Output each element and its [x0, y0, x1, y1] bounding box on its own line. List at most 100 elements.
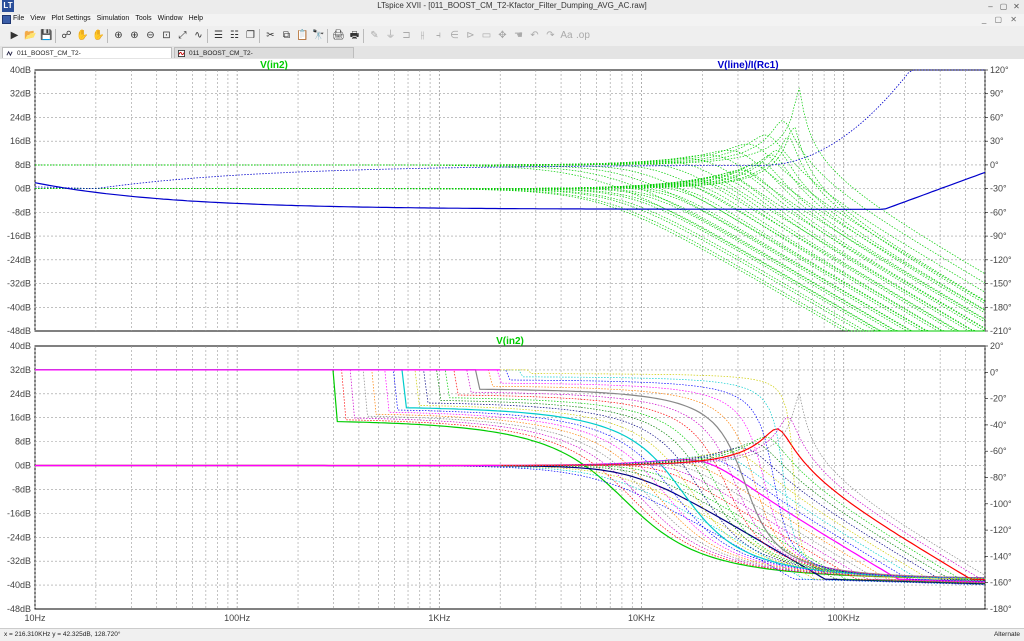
- y-right-tick-label: 0°: [990, 160, 999, 170]
- move-icon[interactable]: ✥: [496, 29, 509, 42]
- menu-file[interactable]: File: [13, 15, 24, 22]
- save-icon[interactable]: 💾: [40, 29, 53, 42]
- status-bar: x = 216.310KHz y = 42.325dB, 128.720° Al…: [0, 628, 1024, 641]
- component-icon[interactable]: ▭: [480, 29, 493, 42]
- tab-waveform[interactable]: 011_BOOST_CM_T2-Kfactor_Filter_Dumping_A…: [174, 47, 354, 68]
- cut-icon[interactable]: ✂: [264, 29, 277, 42]
- maximize-icon[interactable]: ▢: [998, 1, 1009, 12]
- y-left-tick-label: -16dB: [7, 508, 31, 518]
- tab-schematic[interactable]: 011_BOOST_CM_T2-Kfactor_Filter_Dumping_A…: [2, 47, 172, 68]
- y-left-tick-label: 0dB: [15, 184, 31, 194]
- print-icon[interactable]: 🖨: [332, 29, 345, 42]
- waveform-icon: [178, 50, 185, 57]
- menu-help[interactable]: Help: [189, 15, 203, 22]
- y-left-tick-label: -8dB: [12, 207, 31, 217]
- y-left-tick-label: 32dB: [10, 365, 31, 375]
- y-right-tick-label: 60°: [990, 112, 1004, 122]
- waveform-viewer[interactable]: 40dB 32dB 24dB 16dB 8dB 0dB -8dB -16dB -24dB -32d…: [0, 59, 1024, 628]
- menu-tools[interactable]: Tools: [135, 15, 151, 22]
- y-right-tick-label: -60°: [990, 207, 1007, 217]
- menu-simulation[interactable]: Simulation: [97, 15, 130, 22]
- toolbar-separator: [207, 29, 208, 43]
- print-preview-icon[interactable]: 🖶: [348, 29, 361, 42]
- y-right-tick-label: 120°: [990, 65, 1009, 75]
- close-icon[interactable]: ✕: [1011, 1, 1022, 12]
- y-right-tick-label: 0°: [990, 367, 999, 377]
- label-icon[interactable]: ⊐: [400, 29, 413, 42]
- inductor-icon[interactable]: ∈: [448, 29, 461, 42]
- y-right-tick-label: -20°: [990, 394, 1007, 404]
- x-tick-label: 10Hz: [24, 613, 46, 623]
- toolbar-separator: [107, 29, 108, 43]
- copy-icon[interactable]: ⧉: [280, 29, 293, 42]
- y-right-tick-label: -180°: [990, 302, 1012, 312]
- waveform-add-icon[interactable]: ∿: [192, 29, 205, 42]
- spice-directive-icon[interactable]: .op: [576, 29, 590, 42]
- tile-vertical-icon[interactable]: ☰: [212, 29, 225, 42]
- zoom-fit-icon[interactable]: ⊡: [160, 29, 173, 42]
- y-right-tick-label: 30°: [990, 136, 1004, 146]
- y-right-tick-label: -60°: [990, 446, 1007, 456]
- toolbar: ▶ 📂 💾 ☍ ✋ ✋ ⊕ ⊕ ⊖ ⊡ ⤢ ∿ ☰ ☷ ❐ ✂ ⧉ 📋 🔭 🖨 🖶 ✎ ⏚ ⊐ ⫲ ⫞ ∈ ⊳ ▭ ✥ ☚ ↶ ↷ Aa .op: [0, 26, 1024, 47]
- bottom-plot-pane[interactable]: 40dB 32dB 24dB 16dB 8dB 0dB -8dB -16dB -24dB -32d…: [7, 336, 1012, 623]
- toolbar-separator: [363, 29, 364, 43]
- y-right-tick-label: -40°: [990, 420, 1007, 430]
- top-plot-pane[interactable]: 40dB 32dB 24dB 16dB 8dB 0dB -8dB -16dB -24dB -32d…: [7, 60, 1012, 336]
- title-bar: LT LTspice XVII - [011_BOOST_CM_T2-Kfact…: [0, 0, 1024, 15]
- menu-window[interactable]: Window: [158, 15, 183, 22]
- waveform-plot[interactable]: 40dB 32dB 24dB 16dB 8dB 0dB -8dB -16dB -24dB -32d…: [0, 59, 1024, 628]
- find-icon[interactable]: 🔭: [312, 29, 325, 42]
- y-left-tick-label: -32dB: [7, 279, 31, 289]
- y-left-tick-label: -24dB: [7, 255, 31, 265]
- tile-horizontal-icon[interactable]: ☷: [228, 29, 241, 42]
- y-right-tick-label: -180°: [990, 604, 1012, 614]
- y-right-tick-label: -30°: [990, 184, 1007, 194]
- y-right-tick-label: -120°: [990, 525, 1012, 535]
- control-panel-icon[interactable]: ☍: [60, 29, 73, 42]
- menu-view[interactable]: View: [30, 15, 45, 22]
- minimize-icon[interactable]: –: [985, 1, 996, 12]
- window-title: LTspice XVII - [011_BOOST_CM_T2-Kfactor_…: [377, 1, 647, 10]
- resistor-icon[interactable]: ⫲: [416, 29, 429, 42]
- text-icon[interactable]: Aa: [560, 29, 573, 42]
- run-icon[interactable]: ▶: [8, 29, 21, 42]
- x-tick-label: 100Hz: [224, 613, 251, 623]
- y-right-tick-label: 20°: [990, 341, 1004, 351]
- x-tick-label: 10KHz: [628, 613, 656, 623]
- y-right-tick-label: -150°: [990, 279, 1012, 289]
- menu-plot-settings[interactable]: Plot Settings: [51, 15, 90, 22]
- diode-icon[interactable]: ⊳: [464, 29, 477, 42]
- y-right-tick-label: -140°: [990, 551, 1012, 561]
- menu-bar: File View Plot Settings Simulation Tools…: [0, 14, 1024, 26]
- capacitor-icon[interactable]: ⫞: [432, 29, 445, 42]
- y-left-tick-label: -48dB: [7, 326, 31, 336]
- y-left-tick-label: 32dB: [10, 89, 31, 99]
- y-left-tick-label: 24dB: [10, 389, 31, 399]
- hand-icon[interactable]: ✋: [92, 29, 105, 42]
- trace-label[interactable]: V(in2): [496, 336, 524, 347]
- trace-label[interactable]: V(in2): [260, 60, 288, 71]
- y-right-tick-label: -80°: [990, 473, 1007, 483]
- document-icon[interactable]: [2, 15, 11, 24]
- redo-icon[interactable]: ↷: [544, 29, 557, 42]
- zoom-out-icon[interactable]: ⊖: [144, 29, 157, 42]
- wire-icon[interactable]: ✎: [368, 29, 381, 42]
- trace-label[interactable]: V(line)/I(Rc1): [717, 60, 778, 71]
- mdi-window-controls[interactable]: _ ▢ ✕: [982, 15, 1020, 24]
- open-icon[interactable]: 📂: [24, 29, 37, 42]
- drag-icon[interactable]: ☚: [512, 29, 525, 42]
- zoom-in-icon[interactable]: ⊕: [112, 29, 125, 42]
- paste-icon[interactable]: 📋: [296, 29, 309, 42]
- cursor-readout: x = 216.310KHz y = 42.325dB, 128.720°: [4, 631, 121, 638]
- y-left-tick-label: -40dB: [7, 302, 31, 312]
- ground-icon[interactable]: ⏚: [384, 29, 397, 42]
- autorange-icon[interactable]: ⤢: [176, 29, 189, 42]
- y-right-tick-label: -210°: [990, 326, 1012, 336]
- plot-frame: [34, 345, 986, 610]
- undo-icon[interactable]: ↶: [528, 29, 541, 42]
- zoom-area-icon[interactable]: ⊕: [128, 29, 141, 42]
- halt-icon[interactable]: ✋: [76, 29, 89, 42]
- y-left-tick-label: 8dB: [15, 160, 31, 170]
- cascade-icon[interactable]: ❐: [244, 29, 257, 42]
- y-left-tick-label: -8dB: [12, 484, 31, 494]
